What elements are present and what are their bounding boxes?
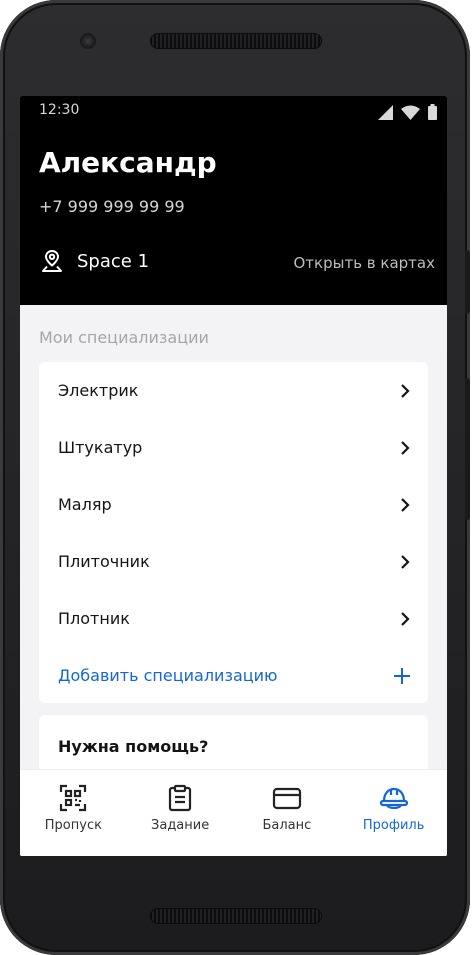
battery-icon [428,104,437,120]
location-pin-icon [42,249,62,272]
helmet-icon [379,787,408,810]
chevron-right-icon [401,554,410,569]
tab-balance[interactable]: Баланс [237,770,337,856]
qr-code-icon [60,784,87,812]
tab-label: Баланс [262,818,312,833]
add-specialization-button[interactable]: Добавить специализацию [39,647,428,704]
status-time: 12:30 [39,102,80,118]
wifi-icon [401,105,420,120]
bottom-tab-bar: Пропуск Задание Баланс Профиль [20,769,447,856]
front-camera [80,33,96,49]
plus-icon [394,667,410,684]
tab-label: Профиль [362,818,425,833]
status-icons [378,104,437,120]
user-name: Александр [39,146,217,179]
bottom-speaker [150,908,322,924]
clipboard-icon [169,784,192,812]
section-title: Мои специализации [39,328,209,347]
card-icon [272,787,301,810]
spec-item-electrician[interactable]: Электрик [39,362,428,419]
chevron-right-icon [401,497,410,512]
tab-pass[interactable]: Пропуск [23,770,123,856]
spec-item-plasterer[interactable]: Штукатур [39,419,428,476]
app-screen: 12:30 Александр +7 999 999 99 99 Space 1… [20,96,447,856]
spec-label: Штукатур [58,438,143,457]
chevron-right-icon [401,440,410,455]
location-name: Space 1 [77,251,150,272]
volume-button [465,250,470,314]
tab-label: Задание [151,818,210,833]
spec-item-tiler[interactable]: Плиточник [39,533,428,590]
chevron-right-icon [401,611,410,626]
specializations-card: Электрик Штукатур Маляр Плиточник Плотни… [39,362,428,703]
spec-label: Плотник [58,609,130,628]
tab-profile[interactable]: Профиль [344,770,444,856]
tab-task[interactable]: Задание [130,770,230,856]
top-speaker [150,33,322,49]
help-card[interactable]: Нужна помощь? [39,715,428,775]
spec-label: Электрик [58,381,139,400]
cell-signal-icon [378,105,393,120]
profile-header: 12:30 Александр +7 999 999 99 99 Space 1… [20,96,447,305]
phone-frame: 12:30 Александр +7 999 999 99 99 Space 1… [0,0,470,955]
tab-label: Пропуск [44,818,102,833]
user-phone: +7 999 999 99 99 [39,197,185,216]
open-map-link[interactable]: Открыть в картах [293,254,435,272]
power-button [465,378,470,520]
spec-item-carpenter[interactable]: Плотник [39,590,428,647]
spec-label: Маляр [58,495,112,514]
add-specialization-label: Добавить специализацию [58,666,278,685]
spec-label: Плиточник [58,552,150,571]
chevron-right-icon [401,383,410,398]
spec-item-painter[interactable]: Маляр [39,476,428,533]
help-title: Нужна помощь? [58,737,209,756]
